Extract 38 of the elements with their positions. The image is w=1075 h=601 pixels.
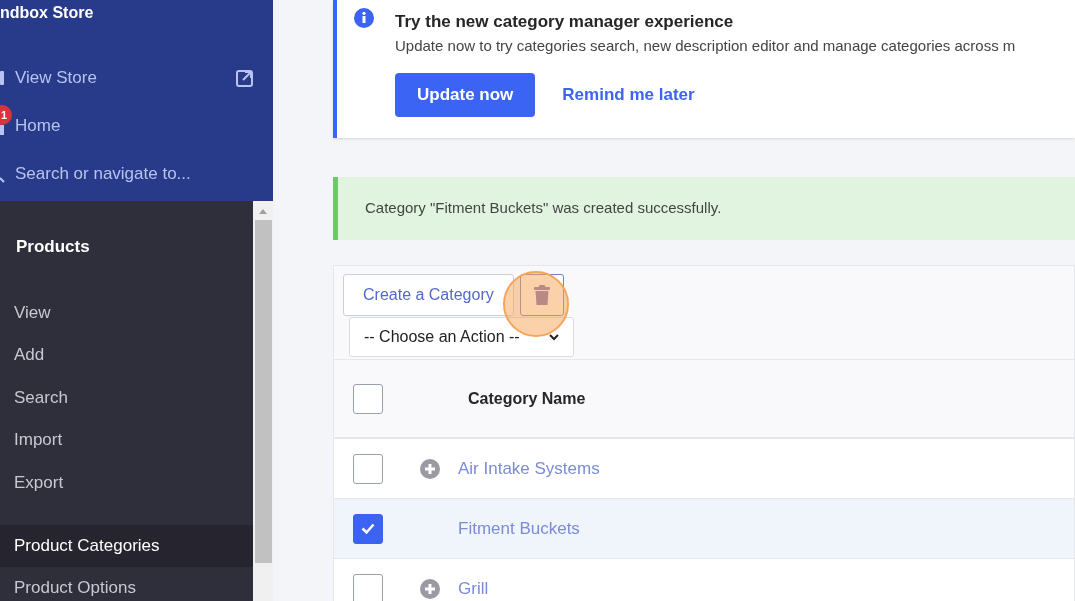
- nav-item[interactable]: View: [0, 299, 253, 325]
- action-select[interactable]: -- Choose an Action --: [349, 317, 574, 357]
- row-checkbox[interactable]: [353, 573, 383, 601]
- nav-item[interactable]: Import: [0, 427, 253, 453]
- category-link[interactable]: Air Intake Systems: [458, 455, 600, 482]
- scrollbar-thumb[interactable]: [254, 220, 272, 563]
- nav-item[interactable]: Product Categories: [0, 525, 253, 567]
- category-link[interactable]: Grill: [458, 575, 489, 601]
- notification-badge: 1: [0, 105, 12, 125]
- select-value: -- Choose an Action --: [364, 327, 520, 347]
- trash-icon: [533, 285, 550, 305]
- scrollbar[interactable]: [253, 201, 273, 601]
- nav-item[interactable]: Search: [0, 384, 253, 410]
- expand-icon[interactable]: [420, 458, 440, 479]
- section-heading: Products: [16, 236, 90, 258]
- row-checkbox[interactable]: [353, 453, 383, 484]
- remind-later-link[interactable]: Remind me later: [562, 82, 695, 108]
- external-link-icon[interactable]: [236, 69, 253, 87]
- success-alert: Category "Fitment Buckets" was created successfully.: [333, 177, 1075, 240]
- banner-title: Try the new category manager experience: [395, 11, 734, 33]
- store-name: ndbox Store: [0, 3, 95, 23]
- nav-item[interactable]: Export: [0, 469, 253, 495]
- create-category-button[interactable]: Create a Category: [343, 274, 514, 316]
- nav-item[interactable]: Add: [0, 342, 253, 368]
- banner-text: Update now to try categories search, new description editor and manage categories across m: [395, 35, 1016, 56]
- expand-icon[interactable]: [420, 578, 440, 599]
- nav-link[interactable]: Home: [15, 113, 61, 139]
- info-icon: [354, 8, 374, 28]
- chevron-down-icon: [549, 333, 559, 341]
- delete-button[interactable]: [519, 274, 564, 316]
- update-now-button[interactable]: Update now: [395, 73, 536, 117]
- nav-link[interactable]: View Store: [15, 65, 97, 91]
- select-all-checkbox[interactable]: [353, 383, 383, 414]
- column-header: Category Name: [468, 388, 586, 409]
- nav-item[interactable]: Product Options: [0, 567, 253, 601]
- check-icon: [361, 523, 375, 534]
- row-checkbox[interactable]: [353, 513, 383, 544]
- search-field[interactable]: Search or navigate to...: [15, 161, 191, 187]
